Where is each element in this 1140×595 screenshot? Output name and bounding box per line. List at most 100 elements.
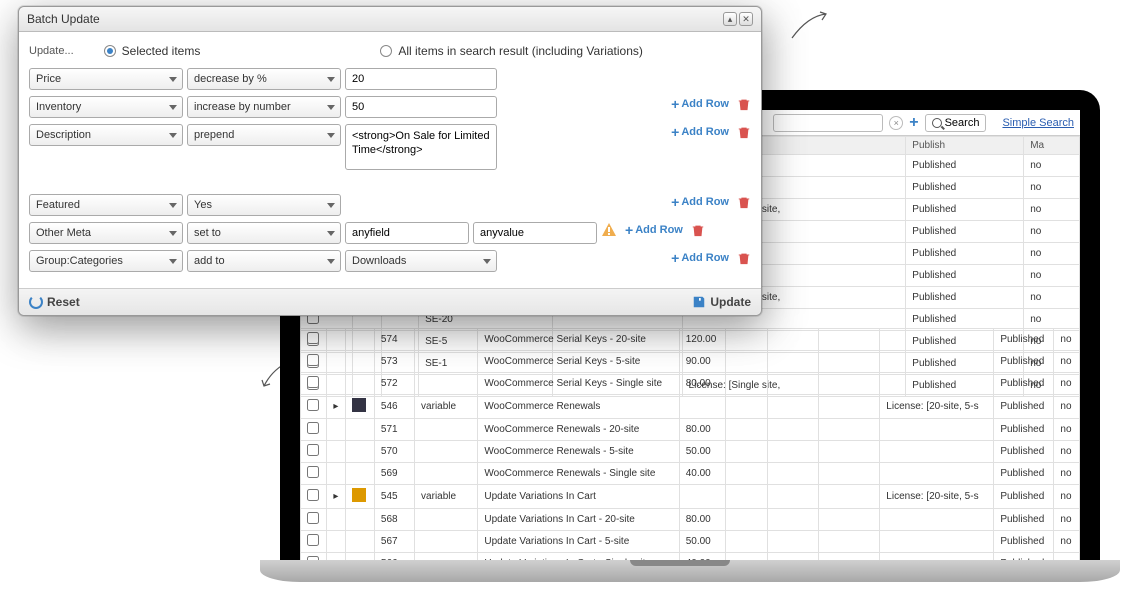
table-row[interactable]: ▸ 546 variable WooCommerce Renewals Lice… [301,395,1080,419]
expand-icon[interactable] [327,351,346,373]
row-checkbox[interactable] [307,444,319,456]
delete-row-button[interactable] [737,125,751,139]
clear-icon[interactable]: × [889,116,903,130]
table-row[interactable]: 568 Update Variations In Cart - 20-site … [301,509,1080,531]
expand-icon[interactable] [327,509,346,531]
value-textarea[interactable]: <strong>On Sale for Limited Time</strong… [345,124,497,170]
attributes-cell [880,463,994,485]
rule-row: Inventory increase by number 50 +Add Row [29,96,751,118]
add-row-button[interactable]: +Add Row [671,250,729,266]
ma-cell: no [1054,463,1080,485]
delete-row-button[interactable] [737,251,751,265]
table-row[interactable]: 574 WooCommerce Serial Keys - 20-site 12… [301,329,1080,351]
row-checkbox[interactable] [307,422,319,434]
plus-icon: + [671,194,679,210]
ma-cell: no [1024,177,1080,199]
table-row[interactable]: 569 WooCommerce Renewals - Single site 4… [301,463,1080,485]
expand-icon[interactable] [327,329,346,351]
add-row-button[interactable]: +Add Row [671,124,729,140]
publish-cell: Published [906,265,1024,287]
publish-cell: Published [906,243,1024,265]
publish-cell: Published [994,463,1054,485]
ma-cell: no [1024,287,1080,309]
plus-icon: + [671,96,679,112]
field-select[interactable]: Price [29,68,183,90]
field-select[interactable]: Inventory [29,96,183,118]
field-select[interactable]: Description [29,124,183,146]
publish-cell: Published [994,395,1054,419]
update-button[interactable]: Update [692,295,751,309]
ma-cell: no [1024,265,1080,287]
id-cell: 571 [374,419,414,441]
table-row[interactable]: 572 WooCommerce Serial Keys - Single sit… [301,373,1080,395]
expand-icon[interactable]: ▸ [327,395,346,419]
value-input[interactable]: 50 [345,96,497,118]
simple-search-link[interactable]: Simple Search [1002,117,1074,129]
operation-select[interactable]: increase by number [187,96,341,118]
plus-icon[interactable]: + [909,114,918,132]
radio-all-items[interactable]: All items in search result (including Va… [380,44,643,58]
delete-row-button[interactable] [737,195,751,209]
field-select[interactable]: Group:Categories [29,250,183,272]
close-icon[interactable]: ✕ [739,12,753,26]
ma-cell: no [1024,221,1080,243]
operation-select[interactable]: prepend [187,124,341,146]
row-checkbox[interactable] [307,399,319,411]
expand-icon[interactable] [327,373,346,395]
add-row-button[interactable]: +Add Row [671,194,729,210]
table-row[interactable]: 570 WooCommerce Renewals - 5-site 50.00 … [301,441,1080,463]
field-select[interactable]: Other Meta [29,222,183,244]
operation-select[interactable]: Yes [187,194,341,216]
meta-value-input[interactable]: anyvalue [473,222,597,244]
table-row[interactable]: 571 WooCommerce Renewals - 20-site 80.00… [301,419,1080,441]
name-cell: WooCommerce Renewals - 5-site [478,441,679,463]
publish-cell: Published [906,155,1024,177]
row-checkbox[interactable] [307,489,319,501]
ma-cell: no [1054,531,1080,553]
publish-cell: Published [906,199,1024,221]
reset-button[interactable]: Reset [29,295,80,309]
publish-cell: Published [994,373,1054,395]
add-row-button[interactable]: +Add Row [671,96,729,112]
row-checkbox[interactable] [307,512,319,524]
operation-select[interactable]: decrease by % [187,68,341,90]
row-checkbox[interactable] [307,466,319,478]
expand-icon[interactable] [327,441,346,463]
row-checkbox[interactable] [307,332,319,344]
name-cell: WooCommerce Renewals - 20-site [478,419,679,441]
type-cell: variable [415,395,478,419]
dialog-title-bar[interactable]: Batch Update ▴ ✕ [19,7,761,32]
operation-select[interactable]: set to [187,222,341,244]
field-select[interactable]: Featured [29,194,183,216]
row-checkbox[interactable] [307,354,319,366]
attributes-cell [880,419,994,441]
search-input[interactable] [773,114,883,132]
collapse-icon[interactable]: ▴ [723,12,737,26]
value-input[interactable]: 20 [345,68,497,90]
thumbnail [352,488,366,502]
price-cell: 40.00 [679,463,725,485]
meta-key-input[interactable]: anyfield [345,222,469,244]
row-checkbox[interactable] [307,376,319,388]
table-row[interactable]: 567 Update Variations In Cart - 5-site 5… [301,531,1080,553]
expand-icon[interactable] [327,419,346,441]
table-row[interactable]: ▸ 545 variable Update Variations In Cart… [301,485,1080,509]
ma-cell: no [1054,419,1080,441]
value-select[interactable]: Downloads [345,250,497,272]
operation-select[interactable]: add to [187,250,341,272]
dialog-title: Batch Update [27,12,100,26]
arrow-icon [790,10,830,40]
expand-icon[interactable] [327,463,346,485]
search-button[interactable]: Search [925,114,987,132]
table-row[interactable]: 573 WooCommerce Serial Keys - 5-site 90.… [301,351,1080,373]
delete-row-button[interactable] [691,223,705,237]
expand-icon[interactable] [327,531,346,553]
expand-icon[interactable]: ▸ [327,485,346,509]
row-checkbox[interactable] [307,534,319,546]
ma-cell: no [1054,509,1080,531]
id-cell: 569 [374,463,414,485]
add-row-button[interactable]: +Add Row [625,222,683,238]
delete-row-button[interactable] [737,97,751,111]
name-cell: WooCommerce Serial Keys - 5-site [478,351,679,373]
radio-selected-items[interactable]: Selected items [104,44,201,58]
